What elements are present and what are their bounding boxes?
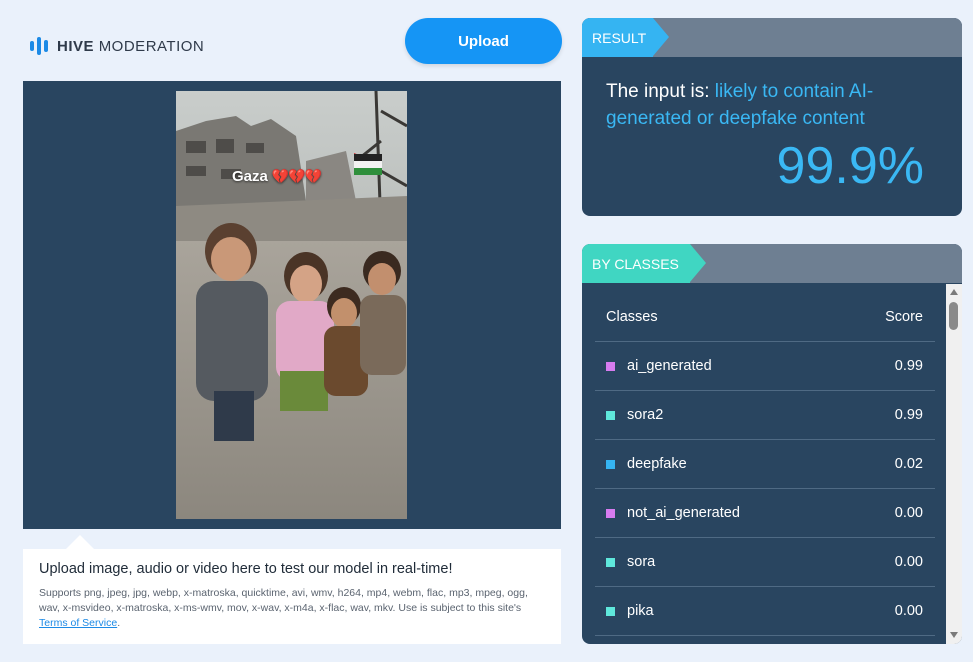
result-percentage: 99.9%: [776, 137, 924, 195]
class-row: sora 0.00: [595, 538, 935, 587]
class-row: not_ai_generated 0.00: [595, 489, 935, 538]
media-preview-panel[interactable]: Gaza 💔💔💔: [23, 81, 561, 529]
class-label: pika: [606, 603, 654, 619]
class-score: 0.00: [894, 603, 923, 619]
result-verdict: The input is: likely to contain AI-gener…: [606, 78, 936, 132]
class-label: not_ai_generated: [606, 505, 740, 521]
class-score: 0.02: [894, 456, 923, 472]
by-classes-tag: BY CLASSES: [582, 244, 706, 283]
result-tag: RESULT: [582, 18, 669, 57]
class-label: sora2: [606, 407, 663, 423]
class-name: pika: [627, 603, 654, 619]
info-pointer: [66, 535, 94, 549]
class-color-swatch: [606, 508, 615, 518]
class-label: ai_generated: [606, 358, 712, 374]
broken-heart-icon: 💔💔💔: [271, 168, 322, 184]
logo-brand: HIVE: [57, 37, 95, 55]
header-score: Score: [885, 308, 923, 325]
class-name: ai_generated: [627, 358, 712, 374]
class-color-swatch: [606, 557, 615, 567]
class-label: deepfake: [606, 456, 687, 472]
classes-table-header: Classes Score: [595, 292, 935, 342]
class-name: sora2: [627, 407, 664, 423]
logo-product: MODERATION: [98, 37, 205, 55]
class-score: 0.99: [894, 407, 923, 423]
class-label: sora: [606, 554, 655, 570]
by-classes-header: BY CLASSES: [582, 244, 962, 283]
hive-logo-icon: [30, 37, 48, 55]
class-score: 0.00: [894, 554, 923, 570]
terms-end: .: [117, 617, 121, 629]
scroll-up-arrow-icon[interactable]: [950, 289, 958, 295]
result-prefix: The input is:: [606, 81, 710, 102]
classes-scrollbar[interactable]: [946, 284, 962, 644]
class-color-swatch: [606, 459, 615, 469]
class-row: ai_generated 0.99: [595, 342, 935, 391]
class-color-swatch: [606, 606, 615, 616]
terms-of-service-link[interactable]: Terms of Service: [39, 617, 117, 629]
class-score: 0.99: [894, 358, 923, 374]
uploaded-video-preview: Gaza 💔💔💔: [176, 91, 407, 519]
supported-formats-text: Supports png, jpeg, jpg, webp, x-matrosk…: [39, 586, 544, 631]
class-name: sora: [627, 554, 656, 570]
upload-info-title: Upload image, audio or video here to tes…: [39, 561, 453, 577]
class-score: 0.00: [894, 505, 923, 521]
scroll-down-arrow-icon[interactable]: [950, 632, 958, 638]
upload-button[interactable]: Upload: [405, 18, 562, 64]
classes-table: Classes Score ai_generated 0.99 sora2 0.99 d…: [595, 292, 935, 636]
supported-formats: Supports png, jpeg, jpg, webp, x-matrosk…: [39, 587, 528, 614]
result-card-header: RESULT: [582, 18, 962, 57]
class-row: pika 0.00: [595, 587, 935, 636]
scroll-thumb[interactable]: [949, 302, 958, 330]
class-row: sora2 0.99: [595, 391, 935, 440]
upload-info-box: Upload image, audio or video here to tes…: [23, 549, 561, 644]
hive-logo: HIVE MODERATION: [30, 37, 204, 55]
overlay-caption-text: Gaza: [232, 168, 268, 185]
class-name: not_ai_generated: [627, 505, 740, 521]
class-color-swatch: [606, 410, 615, 420]
video-overlay-caption: Gaza 💔💔💔: [232, 168, 322, 185]
class-name: deepfake: [627, 456, 687, 472]
class-color-swatch: [606, 361, 615, 371]
by-classes-card: BY CLASSES Classes Score ai_generated 0.9…: [582, 244, 962, 644]
class-row: deepfake 0.02: [595, 440, 935, 489]
result-card: RESULT The input is: likely to contain A…: [582, 18, 962, 216]
header-classes: Classes: [606, 308, 658, 325]
